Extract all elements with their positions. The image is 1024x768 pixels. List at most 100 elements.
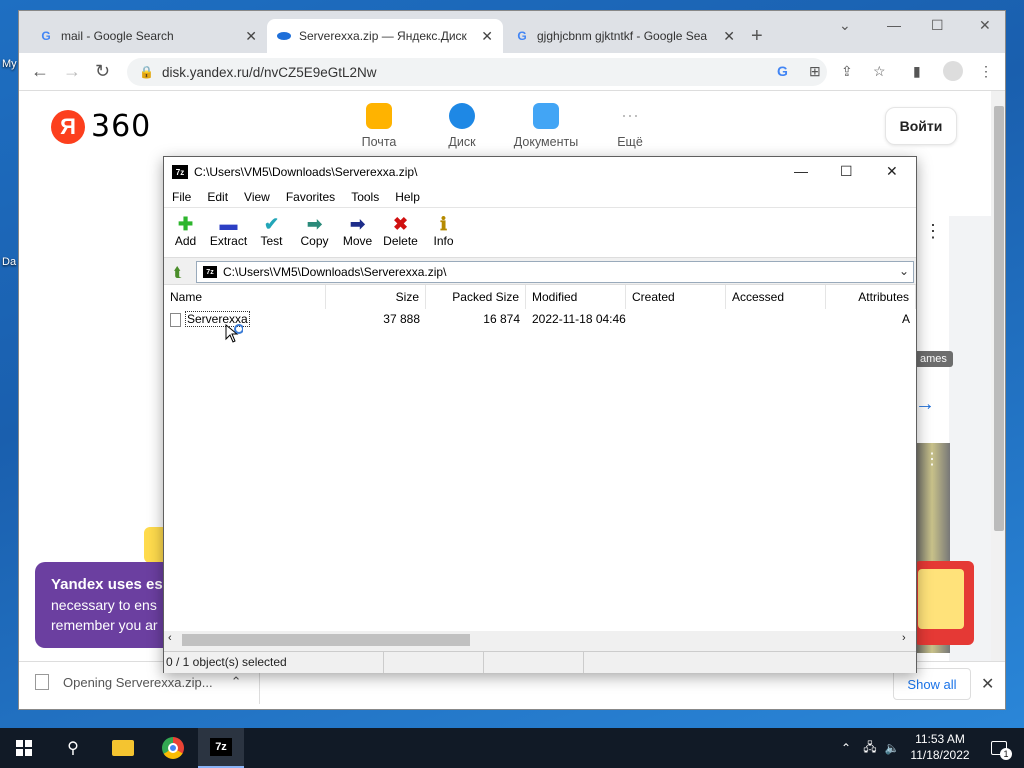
move-button[interactable]: ➡ Move [336,208,379,257]
network-icon[interactable]: 🖧 [860,728,880,768]
cookie-accept-button[interactable] [914,561,974,645]
tab-yandex-disk[interactable]: Serverexxa.zip — Яндекс.Диск ✕ [267,19,503,53]
add-icon: ✚ [177,214,194,234]
7zip-toolbar: ✚ Add ▬ Extract ✔ Test ➡ Copy ➡ Move ✖ D… [164,207,916,257]
path-combobox[interactable]: 7z C:\Users\VM5\Downloads\Serverexxa.zip… [196,261,914,283]
profile-avatar[interactable] [943,61,963,81]
service-label: Документы [513,135,579,149]
7zip-titlebar[interactable]: 7z C:\Users\VM5\Downloads\Serverexxa.zip… [164,157,916,187]
google-lens-icon[interactable]: G [777,63,788,79]
service-documents[interactable]: Документы [506,103,586,149]
extract-button[interactable]: ▬ Extract [207,208,250,257]
menu-file[interactable]: File [164,190,199,204]
delete-button[interactable]: ✖ Delete [379,208,422,257]
scroll-right-icon[interactable]: › [902,632,906,644]
system-clock[interactable]: 11:53 AM 11/18/2022 [900,731,980,763]
folder-up-icon[interactable]: ⮬ [168,262,188,282]
reload-icon[interactable]: ↻ [95,61,110,82]
side-panel-icon[interactable]: ▮ [913,63,921,80]
column-size[interactable]: Size [326,285,426,309]
close-tab-icon[interactable]: ✕ [245,28,257,45]
close-tab-icon[interactable]: ✕ [481,28,493,45]
desktop-icon-label[interactable]: My [2,58,17,70]
desktop-icon-label[interactable]: Da [2,256,16,268]
service-more[interactable]: ⋯ Ещё [590,103,670,149]
column-name[interactable]: Name [164,285,326,309]
column-packed-size[interactable]: Packed Size [426,285,526,309]
minimize-icon[interactable]: — [794,163,808,179]
test-icon: ✔ [263,214,280,234]
service-label: Почта [361,135,397,149]
page-scrollbar-thumb[interactable] [994,106,1004,531]
close-window-icon[interactable]: ✕ [979,17,991,34]
file-explorer-icon[interactable] [100,728,146,768]
new-tab-button[interactable]: + [751,25,763,48]
test-button[interactable]: ✔ Test [250,208,293,257]
tool-label: Add [174,234,197,248]
back-icon[interactable]: ← [31,61,49,82]
7zip-window: 7z C:\Users\VM5\Downloads\Serverexxa.zip… [163,156,917,673]
horizontal-scrollbar[interactable]: ‹ › [164,631,916,649]
download-item[interactable]: Opening Serverexxa.zip... ⌃ [35,674,241,690]
more-dots-icon: ⋯ [621,106,639,126]
status-panel [384,652,484,673]
service-mail[interactable]: Почта [339,103,419,149]
table-row[interactable]: Serverexxa 37 888 16 874 2022-11-18 04:4… [164,309,916,329]
tab-title: Serverexxa.zip — Яндекс.Диск [299,29,467,43]
add-button[interactable]: ✚ Add [164,208,207,257]
7zip-taskbar-button[interactable]: 7z [198,728,244,768]
menu-favorites[interactable]: Favorites [278,190,343,204]
tool-label: Copy [300,234,329,248]
tool-label: Info [433,234,454,248]
chrome-icon[interactable] [150,728,196,768]
windows-start-icon[interactable] [0,728,48,768]
zip-file-icon [35,674,49,690]
menu-view[interactable]: View [236,190,278,204]
address-bar[interactable]: 🔒 disk.yandex.ru/d/nvCZ5E9eGtL2Nw [127,58,827,86]
service-disk[interactable]: Диск [422,103,502,149]
menu-kebab-icon[interactable]: ⋮ [979,63,993,80]
taskbar: ⚲ 7z ⌃ 🖧 🔈 11:53 AM 11/18/2022 1 [0,728,1024,768]
minimize-icon[interactable]: — [887,17,901,33]
search-icon[interactable]: ⚲ [50,728,96,768]
yandex-360-logo[interactable]: Я 360 [51,109,151,144]
info-button[interactable]: ℹ Info [422,208,465,257]
column-accessed[interactable]: Accessed [726,285,826,309]
tool-label: Test [260,234,283,248]
close-window-icon[interactable]: ✕ [886,163,898,180]
menu-tools[interactable]: Tools [343,190,387,204]
scroll-left-icon[interactable]: ‹ [168,632,172,644]
maximize-icon[interactable]: ☐ [840,163,853,180]
login-button[interactable]: Войти [885,107,957,145]
menu-edit[interactable]: Edit [199,190,236,204]
service-label: Ещё [617,135,643,149]
column-modified[interactable]: Modified [526,285,626,309]
notifications-icon[interactable]: 1 [984,728,1014,768]
volume-icon[interactable]: 🔈 [882,728,902,768]
column-created[interactable]: Created [626,285,726,309]
tab-google-search[interactable]: G gjghjcbnm gjktntkf - Google Sea ✕ [505,19,745,53]
menu-help[interactable]: Help [387,190,428,204]
logo-text: 360 [91,109,152,144]
copy-button[interactable]: ➡ Copy [293,208,336,257]
forward-icon[interactable]: → [63,61,81,82]
bookmark-star-icon[interactable]: ☆ [873,63,886,80]
move-icon: ➡ [349,214,366,234]
close-downloads-icon[interactable]: ✕ [981,674,994,694]
more-options-icon[interactable]: ⋮ [924,221,942,242]
share-icon[interactable]: ⇪ [841,63,853,80]
close-tab-icon[interactable]: ✕ [723,28,735,45]
arrow-right-icon[interactable]: → [915,393,935,416]
more-options-icon[interactable]: ⋮ [924,449,940,469]
side-label: ames [914,351,953,367]
translate-icon[interactable]: ⊞ [809,63,821,80]
tray-chevron-up-icon[interactable]: ⌃ [836,728,856,768]
chevron-up-icon[interactable]: ⌃ [231,674,242,690]
tab-mail-search[interactable]: G mail - Google Search ✕ [29,19,267,53]
column-attributes[interactable]: Attributes [826,285,916,309]
scrollbar-thumb[interactable] [182,634,470,646]
extract-icon: ▬ [219,214,238,234]
tab-search-icon[interactable]: ⌄ [839,17,851,34]
chevron-down-icon[interactable]: ⌄ [899,264,909,278]
maximize-icon[interactable]: ☐ [931,17,944,34]
